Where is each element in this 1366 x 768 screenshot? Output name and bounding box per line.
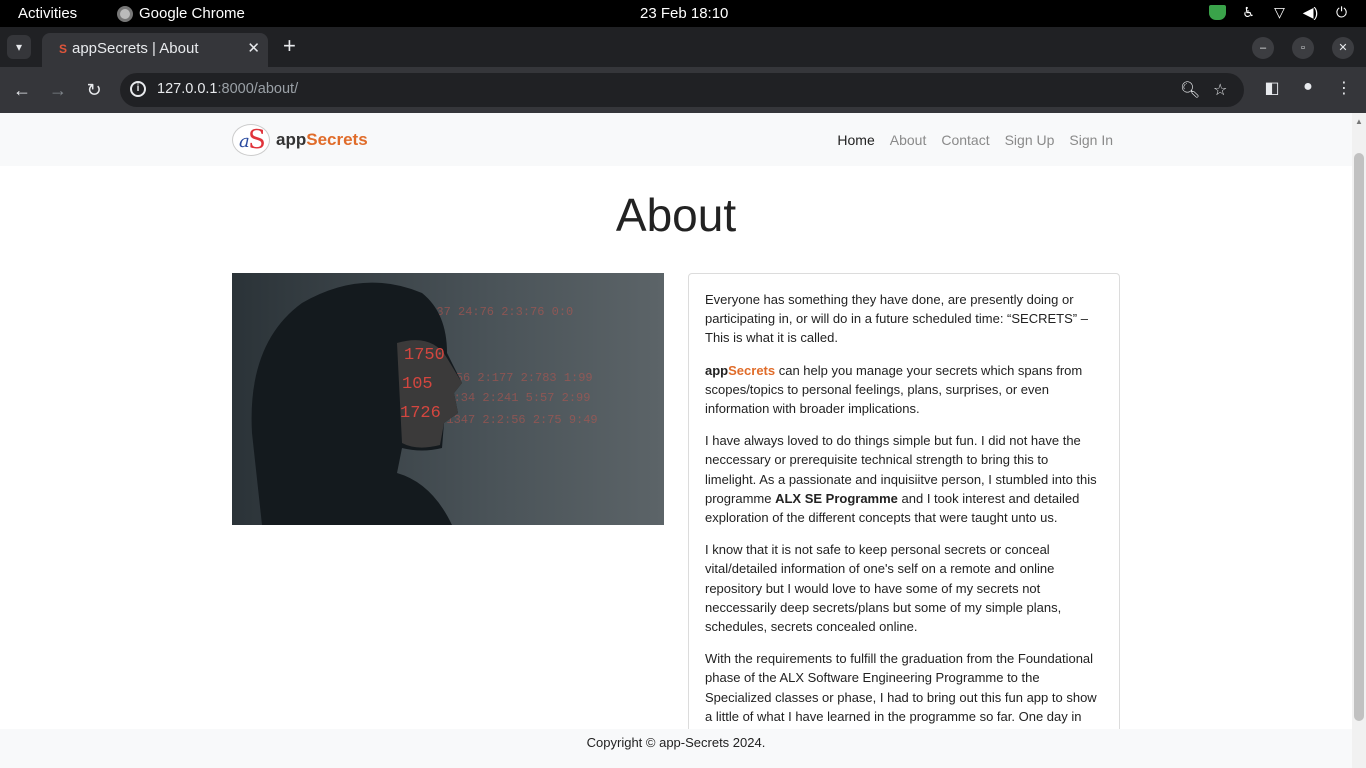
site-footer: Copyright © app-Secrets 2024. — [0, 729, 1352, 768]
close-tab-icon[interactable]: ✕ — [247, 39, 260, 57]
new-tab-button[interactable]: + — [283, 35, 296, 57]
programme-name: ALX SE Programme — [775, 490, 898, 506]
inline-brand-prefix: app — [705, 362, 729, 378]
site-navbar: a S appSecrets Home About Contact Sign U… — [0, 113, 1352, 166]
brand-accent: Secrets — [306, 130, 368, 149]
app-name: Google Chrome — [139, 5, 245, 22]
accessibility-icon[interactable]: ♿ — [1240, 4, 1257, 21]
app-menu[interactable]: Google Chrome — [117, 5, 245, 22]
wifi-icon[interactable]: ▽ — [1271, 4, 1288, 21]
hero-code-row-1: 2:37 24:76 2:3:76 0:0 — [422, 305, 573, 319]
url-text[interactable]: 127.0.0.1:8000/about/ — [157, 81, 298, 97]
system-tray[interactable]: ♿ ▽ ◀) ⏻ — [1209, 4, 1350, 21]
hero-illustration: 2:37 24:76 2:3:76 0:0 2:2:56 2:177 2:783… — [232, 273, 664, 525]
inline-brand-accent: Secrets — [728, 362, 776, 378]
chrome-icon — [117, 5, 133, 22]
menu-kebab-icon[interactable]: ⋮ — [1332, 78, 1356, 98]
site-logo[interactable]: a S appSecrets — [232, 124, 368, 156]
about-paragraph-1: Everyone has something they have done, a… — [705, 292, 1088, 346]
brand-prefix: app — [276, 130, 307, 149]
nav-sign-up[interactable]: Sign Up — [1005, 132, 1055, 148]
scrollbar-thumb[interactable] — [1354, 153, 1364, 721]
nav-sign-in[interactable]: Sign In — [1069, 132, 1113, 148]
minimize-button[interactable]: – — [1252, 37, 1274, 59]
url-host: 127.0.0.1 — [157, 81, 218, 97]
hero-face-number-2: 105 — [402, 375, 433, 394]
bookmark-star-icon[interactable]: ☆ — [1213, 80, 1227, 100]
tab-strip: ▾ S appSecrets | About ✕ + – ▫ ✕ — [0, 27, 1366, 67]
clock[interactable]: 23 Feb 18:10 — [640, 5, 728, 22]
logo-icon: a S — [232, 124, 270, 156]
security-shield-icon[interactable] — [1209, 5, 1226, 20]
hero-code-row-4: 2:1347 2:2:56 2:75 9:49 — [432, 413, 598, 427]
maximize-button[interactable]: ▫ — [1292, 37, 1314, 59]
favicon-icon: S — [58, 42, 67, 56]
address-bar[interactable]: i 127.0.0.1:8000/about/ 🔍︎ ☆ — [120, 73, 1244, 107]
about-paragraph-3: I have always loved to do things simple … — [705, 431, 1103, 527]
url-path: :8000/about/ — [217, 81, 299, 97]
close-window-button[interactable]: ✕ — [1332, 37, 1354, 59]
about-paragraph-4: I know that it is not safe to keep perso… — [705, 542, 1062, 635]
page-title: About — [615, 189, 737, 241]
site-info-icon[interactable]: i — [130, 81, 146, 97]
reload-button[interactable]: ↻ — [82, 78, 106, 102]
nav-links: Home About Contact Sign Up Sign In — [837, 132, 1113, 148]
browser-toolbar: ← → ↻ i 127.0.0.1:8000/about/ 🔍︎ ☆ ◧ ● ⋮ — [0, 67, 1366, 113]
nav-contact[interactable]: Contact — [941, 132, 989, 148]
profile-icon[interactable]: ● — [1296, 78, 1320, 96]
about-text-card: Everyone has something they have done, a… — [688, 273, 1120, 768]
activities-button[interactable]: Activities — [18, 5, 77, 22]
hooded-figure-image: 2:37 24:76 2:3:76 0:0 2:2:56 2:177 2:783… — [232, 273, 664, 525]
forward-button[interactable]: → — [46, 78, 70, 102]
volume-icon[interactable]: ◀) — [1302, 4, 1319, 21]
web-page: a S appSecrets Home About Contact Sign U… — [0, 113, 1352, 768]
brand-name: appSecrets — [276, 130, 368, 150]
browser-tab[interactable]: S appSecrets | About ✕ — [42, 33, 268, 67]
page-scrollbar[interactable]: ▲ — [1352, 113, 1366, 768]
zoom-icon[interactable]: 🔍︎ — [1180, 80, 1200, 100]
hero-face-number-1: 1750 — [404, 346, 445, 365]
copyright-text: Copyright © app-Secrets 2024. — [586, 735, 766, 750]
tab-search-button[interactable]: ▾ — [7, 35, 31, 59]
side-panel-icon[interactable]: ◧ — [1260, 78, 1284, 98]
logo-letter-s: S — [248, 125, 266, 155]
nav-about[interactable]: About — [890, 132, 927, 148]
nav-home[interactable]: Home — [837, 132, 874, 148]
system-top-bar: Activities Google Chrome 23 Feb 18:10 ♿ … — [0, 0, 1366, 27]
about-paragraph-2: appSecrets can help you manage your secr… — [705, 361, 1103, 419]
power-icon[interactable]: ⏻ — [1333, 4, 1350, 21]
back-button[interactable]: ← — [10, 78, 34, 102]
scroll-up-arrow-icon[interactable]: ▲ — [1355, 117, 1363, 126]
hero-face-number-3: 1726 — [400, 404, 441, 423]
tab-title: appSecrets | About — [72, 40, 199, 57]
